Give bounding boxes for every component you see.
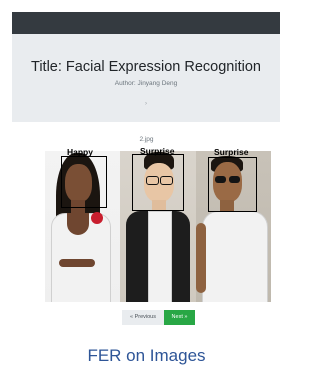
figure-caption: FER on Images — [87, 346, 206, 365]
small-chevron-icon: › — [145, 101, 147, 107]
next-button[interactable]: Next » — [164, 310, 195, 325]
face-bounding-box — [208, 157, 257, 212]
author-text: Author: Jinyang Deng — [114, 80, 178, 87]
shirt-shape — [148, 211, 172, 302]
page-title: Title: Facial Expression Recognition — [31, 59, 261, 75]
image-filename: 2.jpg — [139, 136, 154, 143]
emotion-label: Happy — [67, 147, 93, 157]
flower-shape — [91, 212, 103, 224]
face-bounding-box — [61, 156, 107, 208]
shirt-shape — [202, 211, 268, 302]
neckline-shape — [67, 213, 89, 235]
emotion-label: Surprise — [140, 146, 175, 156]
header-jumbotron: Title: Facial Expression Recognition Aut… — [12, 34, 280, 122]
arm-shape — [59, 259, 95, 267]
previous-button[interactable]: « Previous — [122, 310, 164, 325]
arm-shape — [196, 223, 206, 293]
top-navbar — [12, 12, 280, 34]
face-bounding-box — [132, 154, 184, 211]
emotion-label: Surprise — [214, 147, 249, 157]
result-image: Happy Surprise Surprise — [45, 147, 271, 302]
